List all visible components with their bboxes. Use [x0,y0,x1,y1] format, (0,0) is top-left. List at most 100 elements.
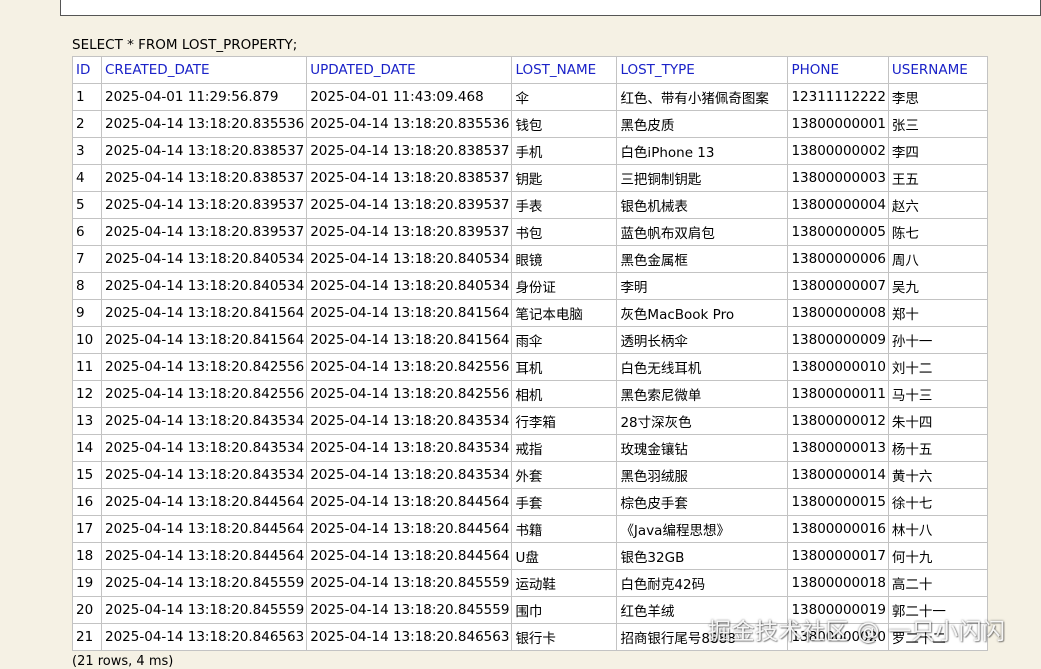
table-cell-username: 林十八 [887,515,988,543]
table-cell-lost-type: 28寸深灰色 [616,407,789,435]
table-cell-lost-name: 伞 [511,83,618,111]
table-row: 19 2025-04-14 13:18:20.845559 2025-04-14 1… [72,569,988,597]
table-cell-lost-type: 白色iPhone 13 [616,137,789,165]
table-cell-phone: 13800000014 [787,461,889,489]
table-cell-lost-name: 手套 [511,488,618,516]
table-cell-username: 刘十二 [887,353,988,381]
table-cell-updated-date: 2025-04-14 13:18:20.841564 [306,326,513,354]
table-cell-phone: 13800000013 [787,434,889,462]
column-header-phone[interactable]: PHONE [787,56,889,84]
table-cell-created-date: 2025-04-14 13:18:20.839537 [100,218,308,246]
table-cell-id: 4 [72,164,102,192]
table-row: 15 2025-04-14 13:18:20.843534 2025-04-14 1… [72,461,988,489]
table-cell-lost-name: 钥匙 [511,164,618,192]
table-cell-lost-name: 运动鞋 [511,569,618,597]
table-cell-created-date: 2025-04-14 13:18:20.839537 [100,191,308,219]
table-cell-phone: 13800000004 [787,191,889,219]
table-cell-lost-name: 围巾 [511,596,618,624]
table-cell-username: 李四 [887,137,988,165]
table-cell-lost-name: 书包 [511,218,618,246]
table-cell-phone: 13800000002 [787,137,889,165]
table-cell-phone: 13800000005 [787,218,889,246]
column-header-created-date[interactable]: CREATED_DATE [100,56,308,84]
table-cell-lost-type: 白色无线耳机 [616,353,789,381]
column-header-updated-date[interactable]: UPDATED_DATE [306,56,513,84]
table-cell-created-date: 2025-04-14 13:18:20.843534 [100,407,308,435]
table-cell-lost-type: 黑色金属框 [616,245,789,273]
table-cell-created-date: 2025-04-14 13:18:20.844564 [100,542,308,570]
table-cell-id: 16 [72,488,102,516]
table-row: 1 2025-04-01 11:29:56.879 2025-04-01 11:43… [72,83,988,111]
table-cell-lost-type: 《Java编程思想》 [616,515,789,543]
table-cell-created-date: 2025-04-14 13:18:20.841564 [100,326,308,354]
table-cell-id: 11 [72,353,102,381]
table-cell-id: 7 [72,245,102,273]
column-header-lost-name[interactable]: LOST_NAME [511,56,618,84]
table-cell-username: 李思 [887,83,988,111]
table-cell-phone: 13800000016 [787,515,889,543]
table-cell-id: 12 [72,380,102,408]
table-cell-lost-name: 书籍 [511,515,618,543]
results-table: ID CREATED_DATE UPDATED_DATE LOST_NAME LOST_… [72,56,988,651]
table-cell-created-date: 2025-04-14 13:18:20.846563 [100,623,308,651]
table-cell-created-date: 2025-04-14 13:18:20.844564 [100,488,308,516]
table-cell-username: 王五 [887,164,988,192]
table-cell-lost-name: 外套 [511,461,618,489]
table-cell-updated-date: 2025-04-14 13:18:20.843534 [306,461,513,489]
table-cell-updated-date: 2025-04-14 13:18:20.843534 [306,434,513,462]
table-cell-username: 徐十七 [887,488,988,516]
table-cell-created-date: 2025-04-14 13:18:20.845559 [100,569,308,597]
table-cell-username: 马十三 [887,380,988,408]
table-cell-updated-date: 2025-04-14 13:18:20.842556 [306,353,513,381]
table-row: 8 2025-04-14 13:18:20.840534 2025-04-14 13… [72,272,988,300]
table-row: 16 2025-04-14 13:18:20.844564 2025-04-14 1… [72,488,988,516]
table-cell-updated-date: 2025-04-14 13:18:20.839537 [306,191,513,219]
column-header-username[interactable]: USERNAME [887,56,988,84]
table-cell-lost-name: 笔记本电脑 [511,299,618,327]
table-cell-lost-type: 蓝色帆布双肩包 [616,218,789,246]
table-cell-created-date: 2025-04-14 13:18:20.845559 [100,596,308,624]
table-cell-created-date: 2025-04-14 13:18:20.843534 [100,434,308,462]
table-cell-lost-type: 黑色羽绒服 [616,461,789,489]
column-header-id[interactable]: ID [72,56,102,84]
table-cell-lost-type: 银色32GB [616,542,789,570]
table-cell-id: 15 [72,461,102,489]
table-cell-lost-name: 身份证 [511,272,618,300]
table-cell-id: 1 [72,83,102,111]
table-cell-id: 2 [72,110,102,138]
table-cell-created-date: 2025-04-14 13:18:20.840534 [100,245,308,273]
table-cell-lost-name: 戒指 [511,434,618,462]
table-cell-id: 21 [72,623,102,651]
table-cell-updated-date: 2025-04-14 13:18:20.840534 [306,245,513,273]
table-cell-phone: 13800000011 [787,380,889,408]
table-cell-phone: 13800000012 [787,407,889,435]
table-row: 3 2025-04-14 13:18:20.838537 2025-04-14 13… [72,137,988,165]
table-cell-created-date: 2025-04-14 13:18:20.841564 [100,299,308,327]
table-cell-lost-type: 三把铜制钥匙 [616,164,789,192]
table-cell-lost-name: U盘 [511,542,618,570]
table-row: 17 2025-04-14 13:18:20.844564 2025-04-14 1… [72,515,988,543]
table-row: 12 2025-04-14 13:18:20.842556 2025-04-14 1… [72,380,988,408]
table-row: 5 2025-04-14 13:18:20.839537 2025-04-14 13… [72,191,988,219]
table-cell-username: 吴九 [887,272,988,300]
table-cell-phone: 13800000003 [787,164,889,192]
table-cell-created-date: 2025-04-14 13:18:20.838537 [100,164,308,192]
table-cell-updated-date: 2025-04-14 13:18:20.839537 [306,218,513,246]
table-cell-id: 13 [72,407,102,435]
table-cell-created-date: 2025-04-14 13:18:20.843534 [100,461,308,489]
table-cell-lost-name: 耳机 [511,353,618,381]
sql-editor-input[interactable] [60,0,1041,16]
table-cell-id: 17 [72,515,102,543]
table-cell-username: 何十九 [887,542,988,570]
table-cell-id: 3 [72,137,102,165]
table-row: 10 2025-04-14 13:18:20.841564 2025-04-14 1… [72,326,988,354]
table-cell-username: 朱十四 [887,407,988,435]
table-cell-phone: 13800000001 [787,110,889,138]
table-cell-phone: 13800000008 [787,299,889,327]
table-cell-lost-type: 棕色皮手套 [616,488,789,516]
table-cell-lost-type: 白色耐克42码 [616,569,789,597]
table-row: 6 2025-04-14 13:18:20.839537 2025-04-14 13… [72,218,988,246]
table-cell-id: 8 [72,272,102,300]
column-header-lost-type[interactable]: LOST_TYPE [616,56,789,84]
table-cell-updated-date: 2025-04-14 13:18:20.845559 [306,596,513,624]
